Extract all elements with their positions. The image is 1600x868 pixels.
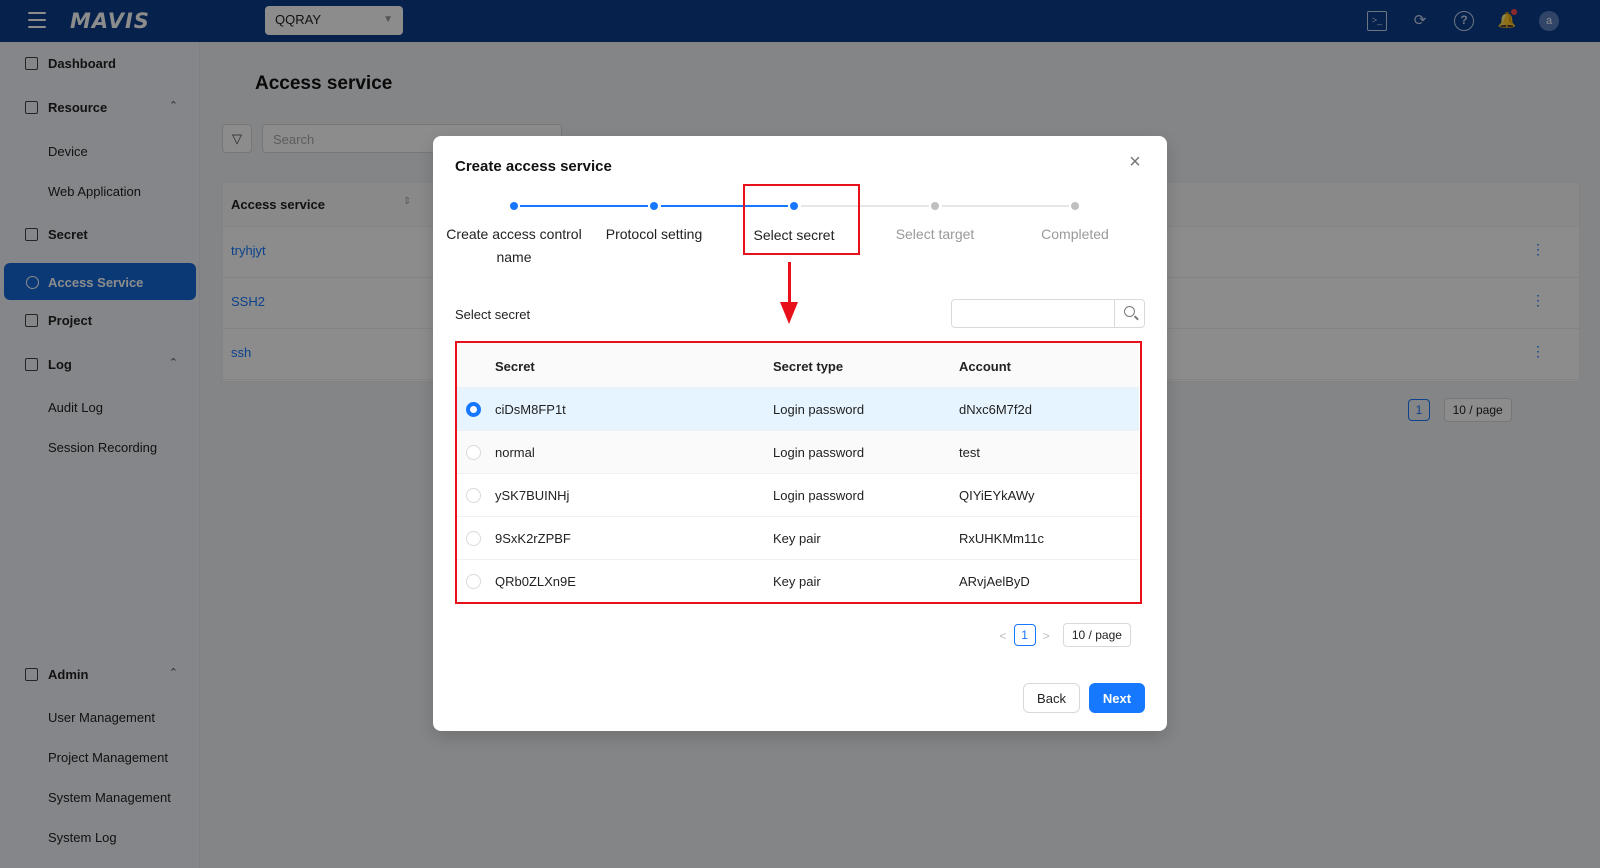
search-icon [1124,306,1135,317]
step-label: Create access control name [446,226,582,265]
secret-search-input[interactable] [952,300,1114,327]
step-label: Select target [895,226,975,242]
page-size-select[interactable]: 10 / page [1062,623,1131,647]
modal-pagination: < 1 > 10 / page [996,623,1131,647]
step-dot [1071,202,1079,210]
annotation-arrow [788,262,791,306]
create-access-service-modal: Create access service × Create access co… [433,136,1167,731]
table-highlight-box [455,341,1142,604]
close-icon[interactable]: × [1123,150,1147,174]
step-label: Completed [1041,226,1109,242]
modal-title: Create access service [455,158,612,175]
page-button[interactable]: 1 [1013,624,1036,646]
secret-search [951,299,1145,328]
search-button[interactable] [1114,300,1144,327]
annotation-arrow-head [780,302,798,324]
next-button[interactable]: Next [1089,683,1145,713]
step-dot [931,202,939,210]
back-button[interactable]: Back [1023,683,1080,713]
step-highlight-box [743,184,860,255]
step-dot [510,202,518,210]
step-connector [520,205,648,207]
select-secret-label: Select secret [455,307,531,322]
step-label: Protocol setting [605,226,703,242]
chevron-right-icon[interactable]: > [1039,629,1053,643]
step-connector [942,205,1069,207]
chevron-left-icon[interactable]: < [996,629,1010,643]
step-dot [650,202,658,210]
